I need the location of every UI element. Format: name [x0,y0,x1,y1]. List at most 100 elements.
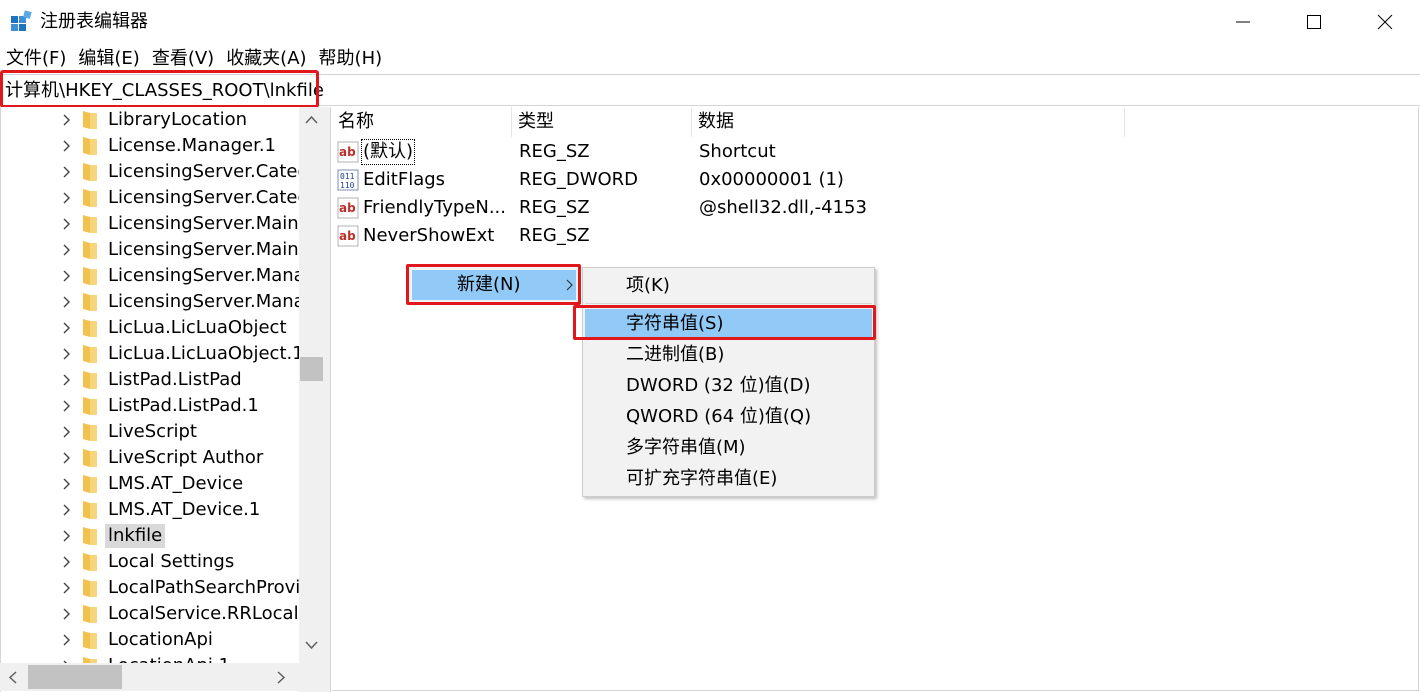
tree-item[interactable]: LocalService.RRLocalSe [1,601,301,627]
chevron-right-icon[interactable] [61,554,73,570]
tree-horizontal-scrollbar[interactable] [0,663,300,691]
tree-item[interactable]: License.Manager.1 [1,133,301,159]
chevron-right-icon[interactable] [61,580,73,596]
column-header-type[interactable]: 类型 [512,107,692,137]
chevron-right-icon[interactable] [61,294,73,310]
tree-item-label: LicensingServer.MainS [108,239,301,260]
folder-icon [83,319,97,337]
pane-splitter[interactable] [324,107,331,692]
menu-bar: 文件(F) 编辑(E) 查看(V) 收藏夹(A) 帮助(H) [0,46,388,72]
chevron-right-icon[interactable] [61,372,73,388]
tree-item[interactable]: ListPad.ListPad [1,367,301,393]
scroll-right-icon[interactable] [277,671,286,684]
value-data: @shell32.dll,-4153 [699,197,867,218]
chevron-right-icon[interactable] [61,424,73,440]
minimize-button[interactable] [1208,0,1278,44]
chevron-right-icon[interactable] [61,502,73,518]
submenu-item[interactable]: DWORD (32 位)值(D) [585,371,872,401]
tree-item[interactable]: LicensingServer.Catego [1,185,301,211]
submenu-item[interactable]: QWORD (64 位)值(Q) [585,402,872,432]
chevron-right-icon[interactable] [61,164,73,180]
binary-value-icon: 011110 [337,169,359,191]
chevron-right-icon[interactable] [61,398,73,414]
chevron-right-icon[interactable] [61,242,73,258]
menu-file[interactable]: 文件(F) [2,46,70,72]
values-pane[interactable]: 名称 类型 数据 ab (默认) REG_SZ Shortcut 011 110 EditF… [332,107,1419,691]
column-header-data[interactable]: 数据 [692,107,1125,137]
chevron-right-icon[interactable] [61,632,73,648]
chevron-right-icon[interactable] [61,112,73,128]
chevron-right-icon[interactable] [61,268,73,284]
value-name: EditFlags [363,169,446,190]
tree-item[interactable]: LibraryLocation [1,107,301,133]
tree-item[interactable]: LMS.AT_Device [1,471,301,497]
maximize-button[interactable] [1279,0,1349,44]
string-value-icon: ab [337,197,359,219]
tree-item[interactable]: LicLua.LicLuaObject [1,315,301,341]
tree-item[interactable]: LicensingServer.MainS [1,237,301,263]
scroll-down-icon[interactable] [305,641,318,650]
scroll-thumb[interactable] [300,357,323,381]
tree-item[interactable]: LocationApi [1,627,301,653]
menu-edit[interactable]: 编辑(E) [74,46,143,72]
folder-icon [83,137,97,155]
submenu-separator [585,303,872,304]
folder-icon [83,605,97,623]
tree-item-label: ListPad.ListPad [108,369,242,390]
svg-text:110: 110 [340,181,355,190]
column-header-name[interactable]: 名称 [332,107,512,137]
folder-icon [83,449,97,467]
chevron-right-icon[interactable] [61,476,73,492]
scroll-thumb-horizontal[interactable] [28,665,122,689]
scroll-up-icon[interactable] [305,115,318,124]
tree-item-label: lnkfile [105,524,166,548]
value-row[interactable]: ab (默认) REG_SZ Shortcut [332,138,1419,166]
tree-item[interactable]: LicensingServer.MainS [1,211,301,237]
tree-item[interactable]: lnkfile [1,523,301,549]
submenu-item-label: QWORD (64 位)值(Q) [626,406,812,427]
scroll-left-icon[interactable] [8,671,17,684]
svg-text:ab: ab [339,229,356,243]
folder-icon [83,397,97,415]
value-row[interactable]: ab NeverShowExt REG_SZ [332,222,1419,250]
tree-item-label: Local Settings [108,551,235,572]
menu-view[interactable]: 查看(V) [148,46,218,72]
chevron-right-icon[interactable] [61,528,73,544]
tree-item[interactable]: LicensingServer.Manag [1,289,301,315]
tree-item-label: LocationApi [108,629,213,650]
chevron-right-icon[interactable] [61,190,73,206]
tree-item[interactable]: LMS.AT_Device.1 [1,497,301,523]
submenu-item[interactable]: 二进制值(B) [585,340,872,370]
chevron-right-icon[interactable] [61,216,73,232]
value-row[interactable]: ab FriendlyTypeN... REG_SZ @shell32.dll,-41… [332,194,1419,222]
close-button[interactable] [1350,0,1420,44]
chevron-right-icon[interactable] [61,138,73,154]
submenu-item[interactable]: 可扩充字符串值(E) [585,464,872,494]
tree-item[interactable]: LiveScript [1,419,301,445]
tree-item[interactable]: LicensingServer.Catego [1,159,301,185]
key-tree[interactable]: LibraryLocation License.Manager.1 Licensin… [0,107,324,692]
menu-favorites[interactable]: 收藏夹(A) [222,46,310,72]
tree-item-label: ListPad.ListPad.1 [108,395,259,416]
value-type: REG_DWORD [519,169,639,190]
chevron-right-icon[interactable] [61,450,73,466]
chevron-right-icon[interactable] [61,346,73,362]
tree-vertical-scrollbar[interactable] [299,107,324,663]
submenu-item[interactable]: 多字符串值(M) [585,433,872,463]
tree-item[interactable]: LicensingServer.Manag [1,263,301,289]
tree-item[interactable]: LocalPathSearchProvic [1,575,301,601]
tree-item[interactable]: LicLua.LicLuaObject.16 [1,341,301,367]
folder-icon [83,241,97,259]
folder-icon [83,293,97,311]
tree-item[interactable]: ListPad.ListPad.1 [1,393,301,419]
chevron-right-icon[interactable] [61,606,73,622]
menu-help[interactable]: 帮助(H) [315,46,387,72]
submenu-item[interactable]: 项(K) [585,271,872,301]
tree-item[interactable]: Local Settings [1,549,301,575]
value-row[interactable]: 011 110 EditFlags REG_DWORD 0x00000001 (1) [332,166,1419,194]
scrollbar-corner [299,663,324,692]
tree-item-label: LicensingServer.Catego [108,161,301,182]
submenu-item-label: 二进制值(B) [626,344,725,365]
chevron-right-icon[interactable] [61,320,73,336]
tree-item[interactable]: LiveScript Author [1,445,301,471]
